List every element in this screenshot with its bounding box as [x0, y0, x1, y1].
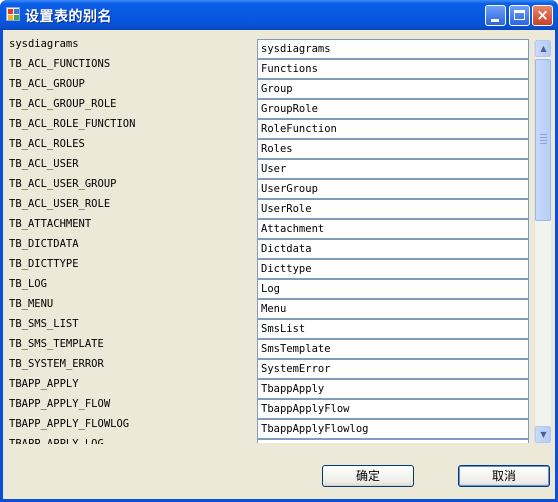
- table-name-label: TB_LOG: [9, 278, 47, 290]
- vertical-scrollbar[interactable]: ▲ ▼: [534, 40, 551, 443]
- grip-line: [540, 143, 547, 144]
- alias-input[interactable]: [257, 399, 529, 419]
- table-name-label: TBAPP_APPLY_FLOWLOG: [9, 418, 130, 430]
- app-icon: [6, 7, 20, 21]
- alias-input[interactable]: [257, 339, 529, 359]
- alias-input[interactable]: [257, 299, 529, 319]
- scroll-thumb[interactable]: [535, 59, 551, 221]
- alias-input[interactable]: [257, 99, 529, 119]
- title-bar[interactable]: 设置表的别名 ×: [0, 0, 558, 30]
- dialog-window: 设置表的别名 × sysdiagrams TB_ACL_FUNCTIONS TB_A…: [0, 0, 558, 502]
- alias-input[interactable]: [257, 39, 529, 59]
- ok-button[interactable]: 确定: [322, 465, 414, 487]
- cancel-button[interactable]: 取消: [458, 465, 550, 487]
- table-name-label: TBAPP_APPLY_LOG: [9, 438, 104, 444]
- table-name-label: TB_ACL_ROLES: [9, 138, 85, 150]
- table-name-label: TB_DICTTYPE: [9, 258, 79, 270]
- alias-input[interactable]: [257, 59, 529, 79]
- alias-input[interactable]: [257, 119, 529, 139]
- table-name-label: TB_ACL_FUNCTIONS: [9, 58, 111, 70]
- table-name-label: TB_ACL_USER_GROUP: [9, 178, 117, 190]
- table-name-label: TB_ACL_GROUP: [9, 78, 85, 90]
- alias-input[interactable]: [257, 239, 529, 259]
- alias-input-list: [256, 39, 551, 443]
- alias-input[interactable]: [257, 259, 529, 279]
- maximize-button[interactable]: [509, 5, 530, 26]
- chevron-down-icon: ▼: [540, 430, 547, 439]
- table-name-label: TB_ATTACHMENT: [9, 218, 92, 230]
- alias-input[interactable]: [257, 279, 529, 299]
- alias-input[interactable]: [257, 139, 529, 159]
- table-name-label: TB_ACL_ROLE_FUNCTION: [9, 118, 136, 130]
- alias-input[interactable]: [257, 199, 529, 219]
- table-name-label: TB_DICTDATA: [9, 238, 79, 250]
- table-name-label: sysdiagrams: [9, 38, 79, 50]
- grip-line: [540, 140, 547, 141]
- alias-input[interactable]: [257, 359, 529, 379]
- close-icon: ×: [536, 6, 549, 24]
- alias-input[interactable]: [257, 79, 529, 99]
- table-name-label: TB_SMS_LIST: [9, 318, 79, 330]
- alias-input[interactable]: [257, 419, 529, 439]
- table-name-label: TBAPP_APPLY_FLOW: [9, 398, 111, 410]
- minimize-icon: [491, 19, 499, 22]
- alias-input[interactable]: [257, 379, 529, 399]
- alias-input[interactable]: [257, 179, 529, 199]
- table-name-label: TB_SMS_TEMPLATE: [9, 338, 104, 350]
- alias-input[interactable]: [257, 159, 529, 179]
- table-name-list: sysdiagrams TB_ACL_FUNCTIONS TB_ACL_GROUP T…: [9, 34, 244, 444]
- minimize-button[interactable]: [485, 5, 506, 26]
- table-name-label: TB_ACL_USER: [9, 158, 79, 170]
- alias-input[interactable]: [257, 319, 529, 339]
- scroll-down-button[interactable]: ▼: [535, 426, 551, 443]
- alias-input[interactable]: [257, 439, 529, 443]
- scroll-up-button[interactable]: ▲: [535, 40, 551, 57]
- grip-line: [540, 134, 547, 135]
- table-name-label: TB_SYSTEM_ERROR: [9, 358, 104, 370]
- window-title: 设置表的别名: [25, 9, 112, 25]
- table-name-label: TB_ACL_USER_ROLE: [9, 198, 111, 210]
- table-name-label: TB_ACL_GROUP_ROLE: [9, 98, 117, 110]
- table-name-label: TB_MENU: [9, 298, 54, 310]
- alias-input[interactable]: [257, 219, 529, 239]
- grip-line: [540, 137, 547, 138]
- table-name-label: TBAPP_APPLY: [9, 378, 79, 390]
- chevron-up-icon: ▲: [540, 44, 547, 53]
- dialog-body: sysdiagrams TB_ACL_FUNCTIONS TB_ACL_GROUP T…: [3, 30, 555, 499]
- close-button[interactable]: ×: [532, 5, 553, 26]
- maximize-icon: [514, 10, 525, 20]
